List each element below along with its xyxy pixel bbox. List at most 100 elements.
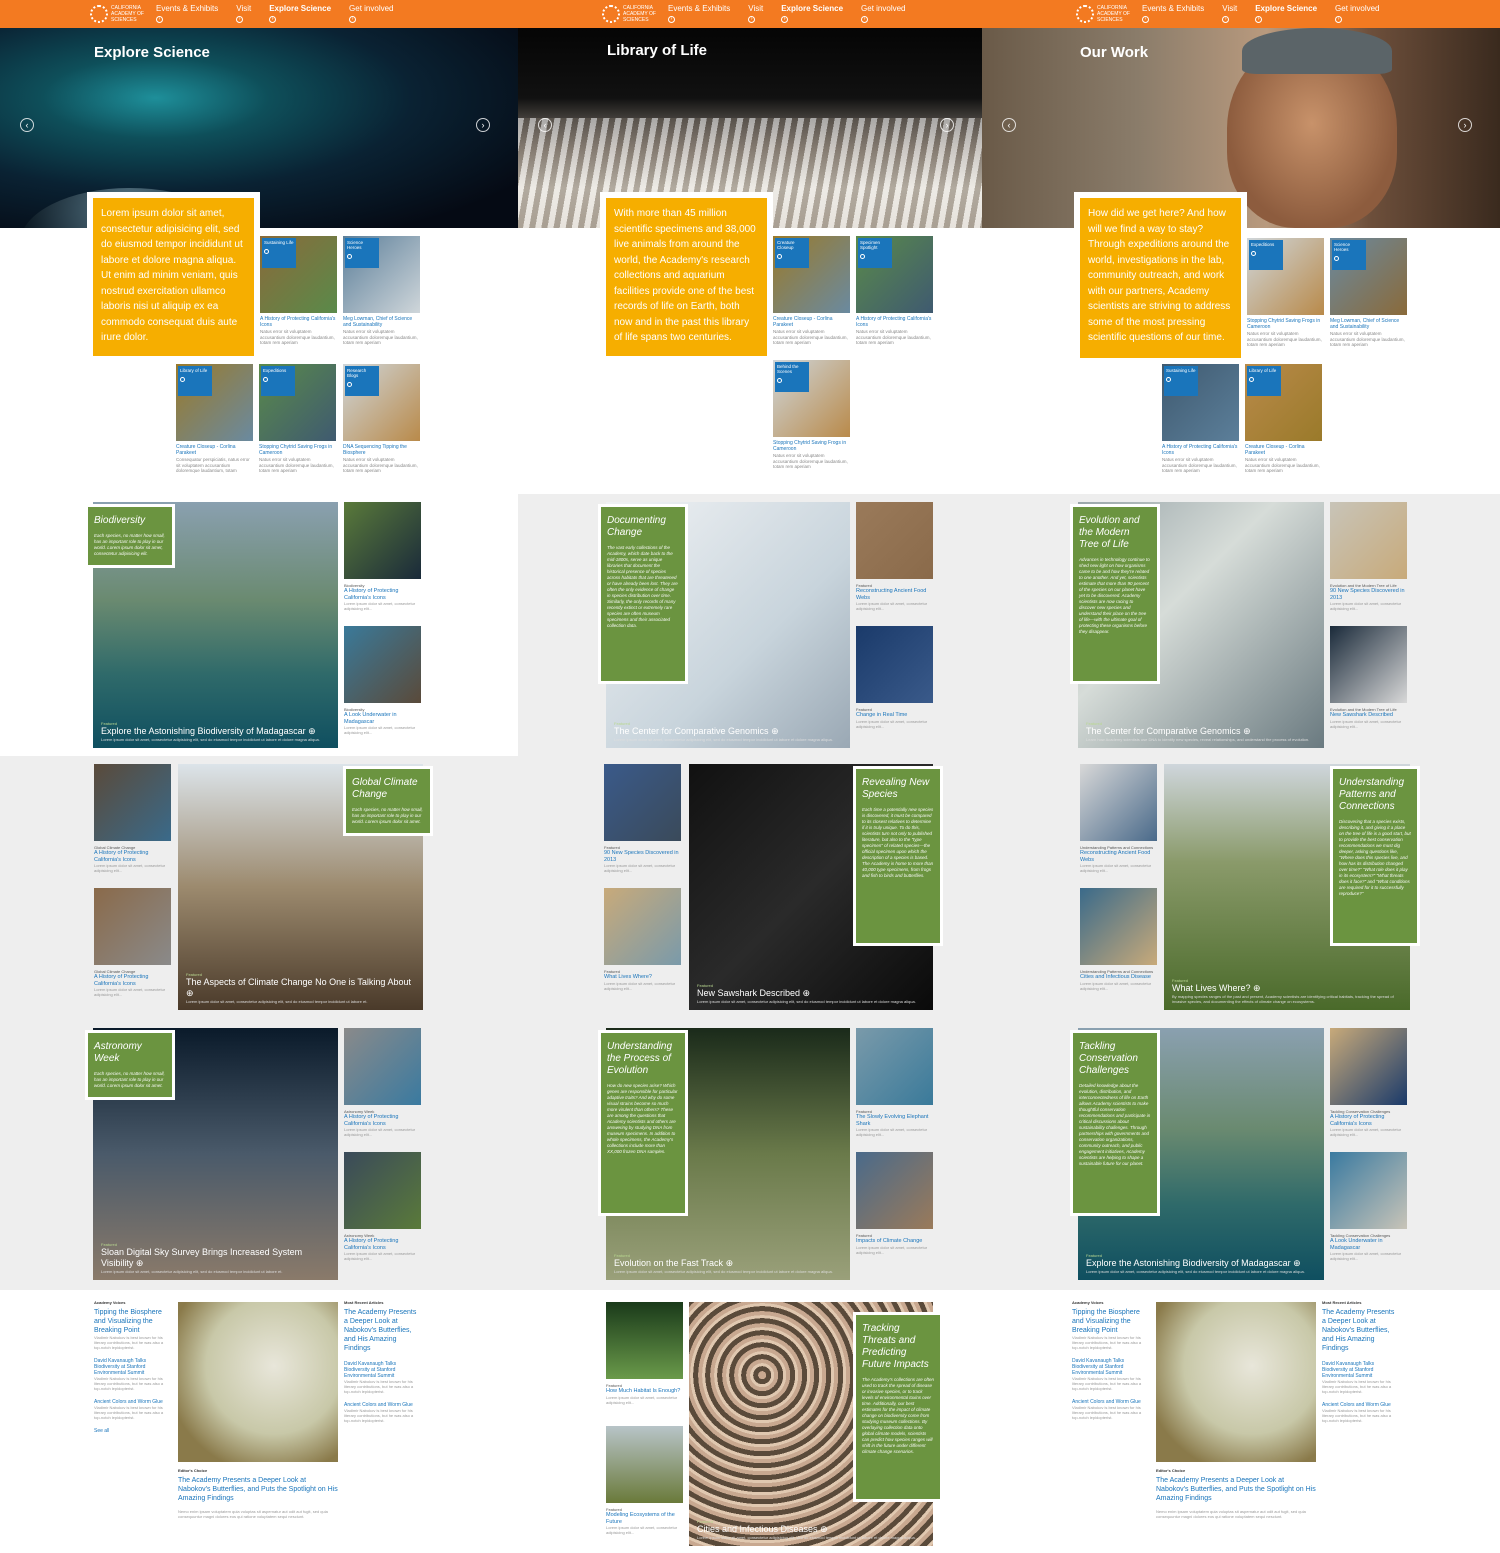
thumbnail-image[interactable]: Library of Life (176, 364, 253, 441)
thumbnail-image[interactable]: Library of Life (1245, 364, 1322, 441)
nav-item[interactable]: Events & Exhibits › (668, 4, 730, 23)
thumbnail-title[interactable]: Stopping Chytrid Saving Frogs in Cameroo… (1247, 318, 1324, 330)
feature-title[interactable]: Explore the Astonishing Biodiversity of … (1086, 1258, 1316, 1269)
carousel-next-icon[interactable]: › (476, 118, 490, 132)
carousel-next-icon[interactable]: › (1458, 118, 1472, 132)
side-story-title[interactable]: 90 New Species Discovered in 2013 (604, 850, 681, 863)
thumbnail-title[interactable]: A History of Protecting California's Ico… (1162, 444, 1239, 456)
side-story-title[interactable]: Reconstructing Ancient Food Webs (1080, 850, 1157, 863)
side-story[interactable]: Biodiversity A Look Underwater in Madagas… (344, 626, 421, 735)
recent-top-link[interactable]: The Academy Presents a Deeper Look at Na… (1322, 1308, 1396, 1353)
feature-caption[interactable]: Featured Cities and Infectious Diseases ⊕… (697, 1519, 925, 1540)
side-story-image[interactable] (856, 502, 933, 579)
voice-link[interactable]: David Kavanaugh Talks Biodiversity at St… (1072, 1358, 1146, 1376)
side-story-image[interactable] (604, 764, 681, 841)
academy-logo[interactable]: CALIFORNIA ACADEMY OF SCIENCES (602, 3, 662, 25)
editor-image[interactable] (178, 1302, 338, 1462)
thumbnail-card[interactable]: Expeditions Stopping Chytrid Saving Frogs… (259, 364, 336, 474)
side-story-title[interactable]: A History of Protecting California's Ico… (344, 588, 421, 601)
side-story[interactable]: Global Climate Change A History of Protec… (94, 764, 171, 873)
nav-item[interactable]: Get involved › (861, 4, 906, 23)
thumbnail-image[interactable]: Sustaining Life (260, 236, 337, 313)
side-story-title[interactable]: A Look Underwater in Madagascar (344, 712, 421, 725)
side-story-image[interactable] (1080, 888, 1157, 965)
feature-title[interactable]: Explore the Astonishing Biodiversity of … (101, 726, 330, 737)
editor-image[interactable] (1156, 1302, 1316, 1462)
side-story-image[interactable] (604, 888, 681, 965)
side-story[interactable]: Featured Reconstructing Ancient Food Webs… (856, 502, 933, 611)
side-story-image[interactable] (1330, 502, 1407, 579)
thumbnail-card[interactable]: Specimen Spotlight A History of Protectin… (856, 236, 933, 346)
side-story-image[interactable] (1330, 626, 1407, 703)
voice-link[interactable]: David Kavanaugh Talks Biodiversity at St… (94, 1358, 168, 1376)
recent-top-link[interactable]: The Academy Presents a Deeper Look at Na… (344, 1308, 418, 1353)
thumbnail-title[interactable]: Creature Closeup - Corlina Parakeet (773, 316, 850, 328)
side-story[interactable]: Understanding Patterns and Connections Ci… (1080, 888, 1157, 991)
thumbnail-title[interactable]: Meg Lowman, Chief of Science and Sustain… (343, 316, 420, 328)
thumbnail-card[interactable]: Expeditions Stopping Chytrid Saving Frogs… (1247, 238, 1324, 348)
voice-link[interactable]: Tipping the Biosphere and Visualizing th… (94, 1308, 168, 1335)
side-story[interactable]: Tackling Conservation Challenges A Look U… (1330, 1152, 1407, 1261)
side-story-image[interactable] (1080, 764, 1157, 841)
side-story-title[interactable]: Cities and Infectious Disease (1080, 974, 1157, 981)
side-story[interactable]: Astronomy Week A History of Protecting Ca… (344, 1028, 421, 1137)
side-story[interactable]: Astronomy Week A History of Protecting Ca… (344, 1152, 421, 1261)
feature-title[interactable]: New Sawshark Described ⊕ (697, 988, 925, 999)
side-story[interactable]: Featured Impacts of Climate Change Lorem i… (856, 1152, 933, 1255)
side-story-title[interactable]: Reconstructing Ancient Food Webs (856, 588, 933, 601)
side-story[interactable]: Featured What Lives Where? Lorem ipsum dol… (604, 888, 681, 991)
thumbnail-card[interactable]: Sustaining Life A History of Protecting C… (1162, 364, 1239, 474)
editor-title[interactable]: The Academy Presents a Deeper Look at Na… (1156, 1476, 1316, 1503)
thumbnail-image[interactable]: Science Heroes (343, 236, 420, 313)
side-story-image[interactable] (344, 1152, 421, 1229)
thumbnail-image[interactable]: Sustaining Life (1162, 364, 1239, 441)
voice-link[interactable]: Tipping the Biosphere and Visualizing th… (1072, 1308, 1146, 1335)
feature-caption[interactable]: Featured Evolution on the Fast Track ⊕ Lor… (614, 1253, 842, 1274)
feature-title[interactable]: The Aspects of Climate Change No One is … (186, 977, 415, 999)
thumbnail-image[interactable]: Research Blogs (343, 364, 420, 441)
carousel-prev-icon[interactable]: ‹ (1002, 118, 1016, 132)
thumbnail-image[interactable]: Behind the Scenes (773, 360, 850, 437)
side-story[interactable]: Featured The Slowly Evolving Elephant Sha… (856, 1028, 933, 1137)
feature-caption[interactable]: Featured The Center for Comparative Genom… (614, 721, 842, 742)
feature-title[interactable]: Evolution on the Fast Track ⊕ (614, 1258, 842, 1269)
nav-item[interactable]: Visit › (748, 4, 763, 23)
side-story-title[interactable]: Impacts of Climate Change (856, 1238, 933, 1245)
nav-item[interactable]: Events & Exhibits › (1142, 4, 1204, 23)
thumbnail-title[interactable]: Stopping Chytrid Saving Frogs in Cameroo… (259, 444, 336, 456)
thumbnail-title[interactable]: Creature Closeup - Corlina Parakeet (176, 444, 253, 456)
thumbnail-image[interactable]: Creature Closeup (773, 236, 850, 313)
side-story-title[interactable]: Modeling Ecosystems of the Future (606, 1512, 683, 1525)
thumbnail-image[interactable]: Expeditions (1247, 238, 1324, 315)
thumbnail-image[interactable]: Expeditions (259, 364, 336, 441)
thumbnail-image[interactable]: Science Heroes (1330, 238, 1407, 315)
side-story[interactable]: Featured Change in Real Time Lorem ipsum d… (856, 626, 933, 729)
nav-item[interactable]: Visit › (236, 4, 251, 23)
side-story-title[interactable]: A History of Protecting California's Ico… (1330, 1114, 1407, 1127)
thumbnail-card[interactable]: Science Heroes Meg Lowman, Chief of Scien… (343, 236, 420, 346)
side-story-title[interactable]: How Much Habitat Is Enough? (606, 1388, 683, 1395)
feature-title[interactable]: The Center for Comparative Genomics ⊕ (614, 726, 842, 737)
see-all-link[interactable]: See all (94, 1428, 168, 1434)
side-story-image[interactable] (94, 888, 171, 965)
side-story[interactable]: Featured 90 New Species Discovered in 201… (604, 764, 681, 873)
side-story[interactable]: Featured How Much Habitat Is Enough? Lorem… (606, 1302, 683, 1405)
feature-caption[interactable]: Featured Sloan Digital Sky Survey Brings … (101, 1242, 330, 1274)
side-story-image[interactable] (856, 626, 933, 703)
thumbnail-card[interactable]: Creature Closeup Creature Closeup - Corli… (773, 236, 850, 346)
thumbnail-card[interactable]: Library of Life Creature Closeup - Corlin… (1245, 364, 1322, 474)
academy-logo[interactable]: CALIFORNIA ACADEMY OF SCIENCES (90, 3, 150, 25)
side-story-title[interactable]: 90 New Species Discovered in 2013 (1330, 588, 1407, 601)
feature-title[interactable]: The Center for Comparative Genomics ⊕ (1086, 726, 1316, 737)
carousel-next-icon[interactable]: › (940, 118, 954, 132)
side-story[interactable]: Understanding Patterns and Connections Re… (1080, 764, 1157, 873)
nav-item[interactable]: Explore Science › (781, 4, 843, 23)
side-story[interactable]: Global Climate Change A History of Protec… (94, 888, 171, 997)
thumbnail-title[interactable]: Meg Lowman, Chief of Science and Sustain… (1330, 318, 1407, 330)
thumbnail-title[interactable]: A History of Protecting California's Ico… (260, 316, 337, 328)
thumbnail-card[interactable]: Science Heroes Meg Lowman, Chief of Scien… (1330, 238, 1407, 348)
side-story[interactable]: Featured Modeling Ecosystems of the Futur… (606, 1426, 683, 1535)
side-story[interactable]: Evolution and the Modern Tree of Life 90 … (1330, 502, 1407, 611)
side-story-image[interactable] (344, 502, 421, 579)
nav-item[interactable]: Explore Science › (269, 4, 331, 23)
